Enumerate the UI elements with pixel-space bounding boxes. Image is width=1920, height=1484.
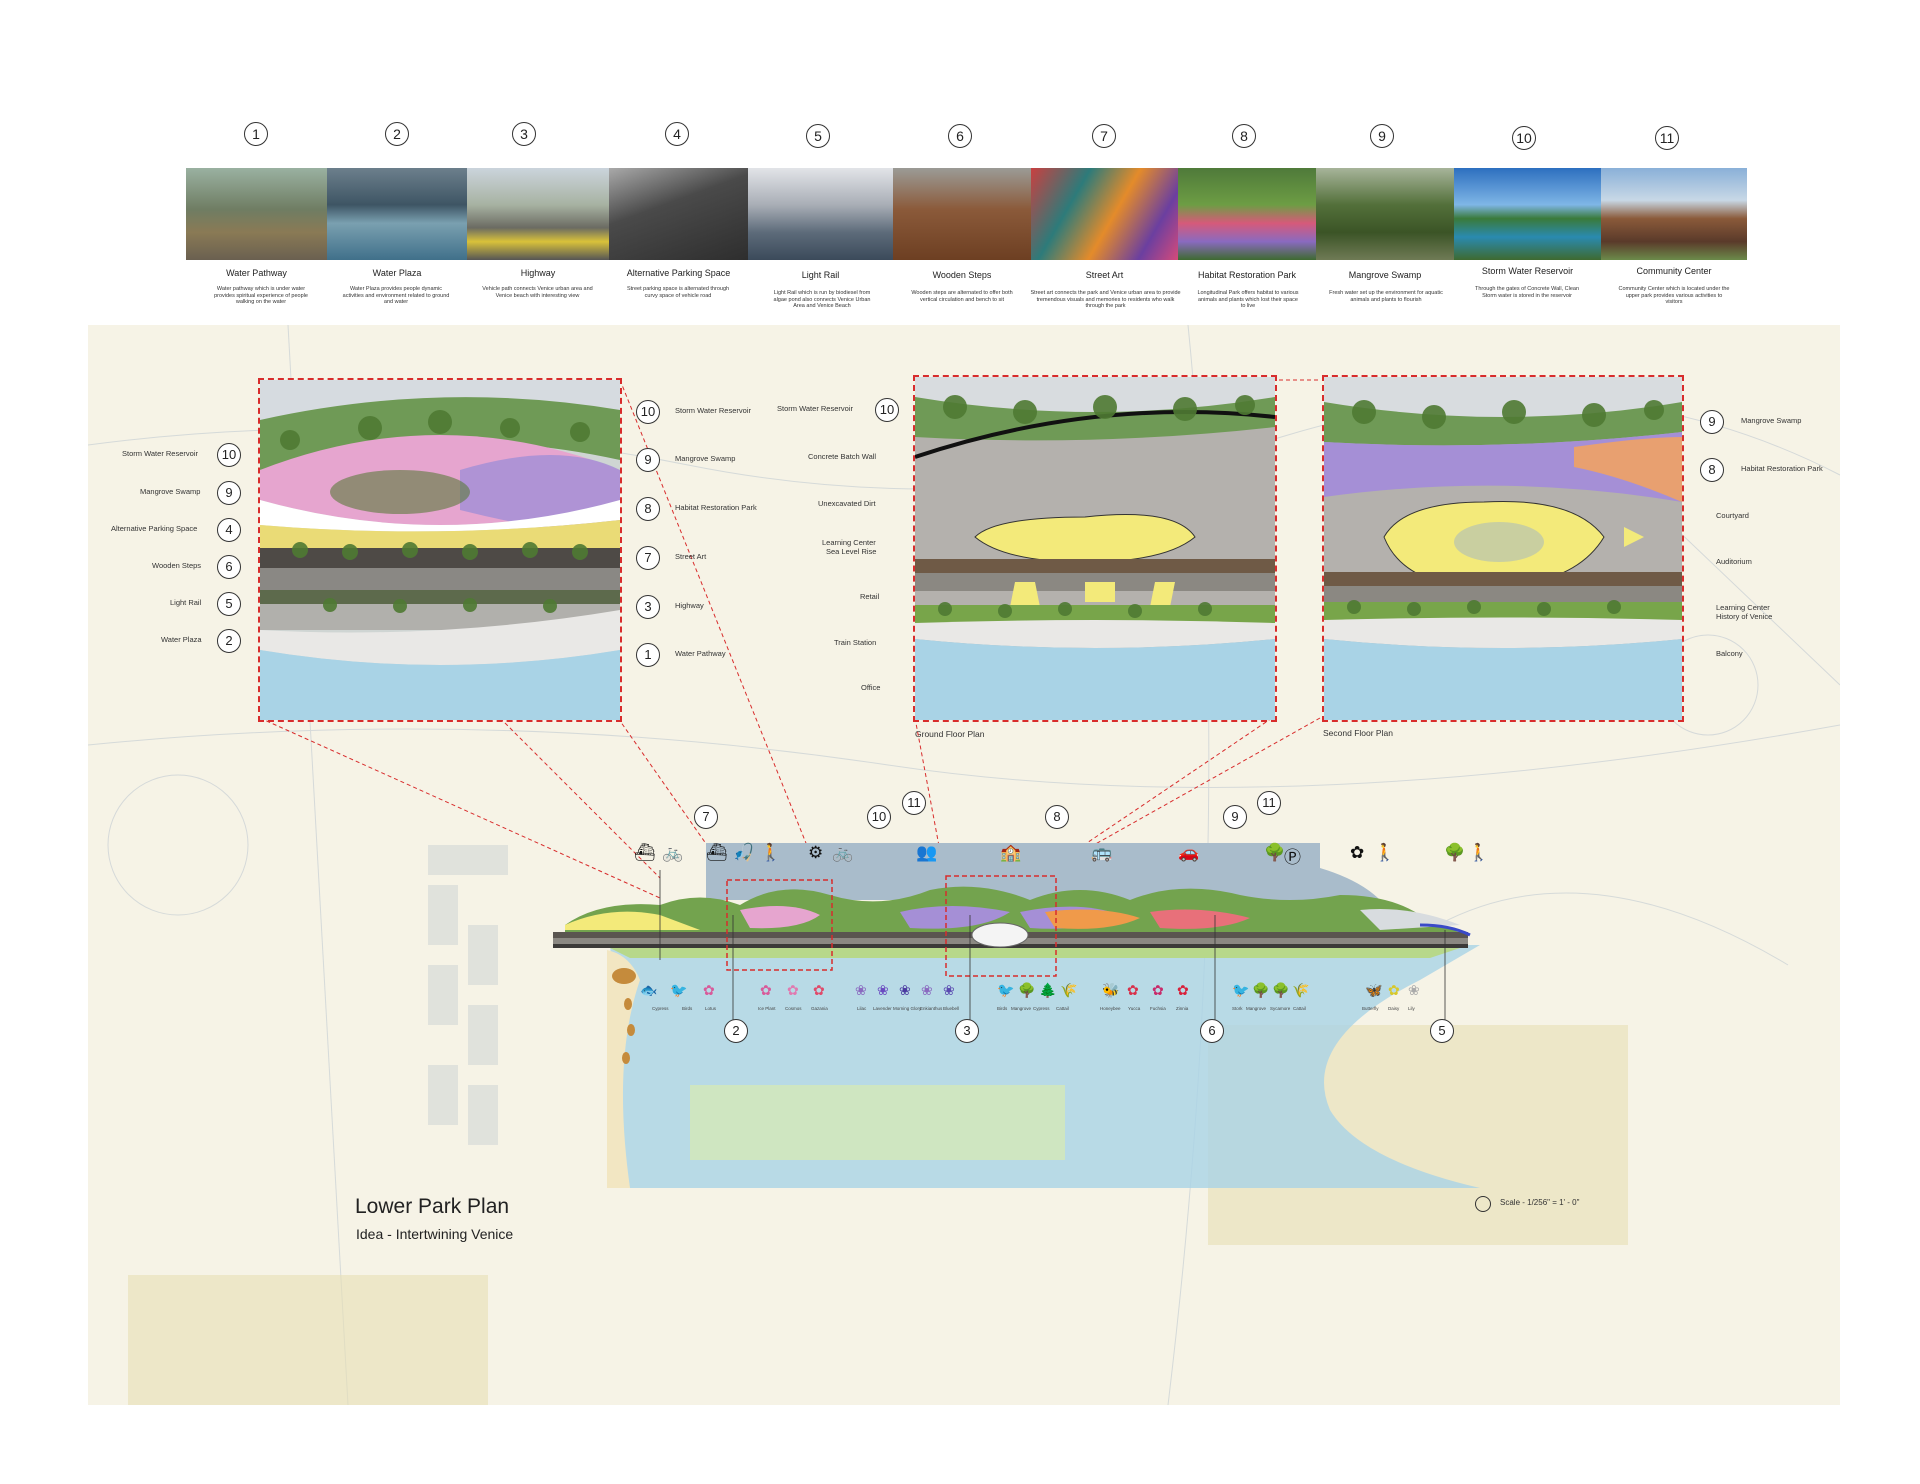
walking-icon-3: 🚶 [1468, 843, 1490, 862]
north-arrow-icon [1475, 1196, 1491, 1212]
bird-icon: 🐦 [670, 982, 688, 998]
plant-label: Cypress [652, 1006, 669, 1011]
tree-icon: 🌳 [1264, 843, 1286, 862]
scale-text: Scale - 1/256" = 1' - 0" [1500, 1198, 1580, 1207]
plan-callout-11b: 11 [1257, 791, 1281, 815]
bird-icon-2: 🐦 [997, 982, 1015, 998]
plan-callout-11a: 11 [902, 791, 926, 815]
plan-callout-8: 8 [1045, 805, 1069, 829]
gear-icon: ⚙ [808, 843, 824, 862]
lotus-icon: ✿ [703, 982, 715, 998]
plant-label: Lavender [873, 1006, 892, 1011]
car-icon: 🚗 [1178, 843, 1200, 862]
plant-label: Honeybee [1100, 1006, 1121, 1011]
fuchsia-icon: ✿ [1152, 982, 1164, 998]
lavender-icon: ❀ [877, 982, 889, 998]
plan-subtitle: Idea - Intertwining Venice [356, 1226, 514, 1242]
lilac-icon: ❀ [855, 982, 867, 998]
plan-title: Lower Park Plan [355, 1195, 510, 1218]
cypress-icon: 🌲 [1039, 982, 1057, 998]
plant-label: Cosmos [785, 1006, 802, 1011]
plant-label: Stork [1232, 1006, 1243, 1011]
ice-plant-icon: ✿ [760, 982, 772, 998]
plant-label: Daisy [1388, 1006, 1400, 1011]
plant-label: Butterfly [1362, 1006, 1379, 1011]
walking-icon-2: 🚶 [1374, 843, 1396, 862]
tree-icon-2: 🌳 [1444, 843, 1466, 862]
fishing-icon: 🎣 [733, 843, 755, 862]
plant-label: Fuchsia [1150, 1006, 1166, 1011]
plant-label: Birds [682, 1006, 693, 1011]
cosmos-icon: ✿ [787, 982, 799, 998]
lower-park-plan-drawing [553, 843, 1480, 1188]
bicycle-icon-2: 🚲 [832, 843, 854, 862]
plant-label: Yucca [1128, 1006, 1141, 1011]
plan-callout-9: 9 [1223, 805, 1247, 829]
zinnia-icon: ✿ [1177, 982, 1189, 998]
plant-label: Zinnia [1176, 1006, 1189, 1011]
flower-icon: ✿ [1350, 843, 1365, 862]
plant-icon-row: 🐟 🐦 ✿ ✿ ✿ ✿ ❀ ❀ ❀ ❀ ❀ 🐦 🌳 🌲 🌾 🐝 ✿ ✿ ✿ 🐦 … [640, 980, 1470, 1004]
plan-callout-7: 7 [694, 805, 718, 829]
stork-icon: 🐦 [1232, 982, 1250, 998]
people-icon: 👥 [916, 843, 938, 862]
plant-label: Lilac [857, 1006, 867, 1011]
plant-label: Bluebell [943, 1006, 960, 1011]
plant-label: Birds [997, 1006, 1008, 1011]
plant-label: Ice Plant [758, 1006, 776, 1011]
plant-label: Cattail [1056, 1006, 1069, 1011]
plant-label: Enkianthus [920, 1006, 943, 1011]
honeybee-icon: 🐝 [1102, 982, 1120, 998]
mangrove-icon-2: 🌳 [1252, 982, 1270, 998]
parking-icon: Ⓟ [1284, 848, 1301, 867]
morning-glory-icon: ❀ [899, 982, 911, 998]
plant-label: Lotus [705, 1006, 717, 1011]
plan-callout-5: 5 [1430, 1019, 1454, 1043]
classroom-icon: 🏫 [1000, 843, 1022, 862]
mangrove-icon: 🌳 [1018, 982, 1036, 998]
bicycle-icon: 🚲 [662, 843, 684, 862]
plant-label: Lily [1408, 1006, 1415, 1011]
cattail-icon: 🌾 [1060, 982, 1078, 998]
boat-icon: ⛴ [634, 843, 656, 862]
plant-label: Sycamore [1270, 1006, 1291, 1011]
fish-icon: 🐟 [640, 982, 658, 998]
plant-label: Mangrove [1011, 1006, 1032, 1011]
bluebell-icon: ❀ [943, 982, 955, 998]
plant-label: Mangrove [1246, 1006, 1267, 1011]
plant-label: Gazania [811, 1006, 828, 1011]
plan-callout-10: 10 [867, 805, 891, 829]
gazania-icon: ✿ [813, 982, 825, 998]
cattail-icon-2: 🌾 [1292, 982, 1310, 998]
plan-callout-3: 3 [955, 1019, 979, 1043]
sycamore-icon: 🌳 [1272, 982, 1290, 998]
plan-callout-6: 6 [1200, 1019, 1224, 1043]
ship-icon: ⛴ [706, 843, 728, 862]
plan-callout-2: 2 [724, 1019, 748, 1043]
yucca-icon: ✿ [1127, 982, 1139, 998]
lily-icon: ❀ [1408, 982, 1420, 998]
daisy-icon: ✿ [1388, 982, 1400, 998]
enkianthus-icon: ❀ [921, 982, 933, 998]
plant-label: Cypress [1033, 1006, 1050, 1011]
walking-icon: 🚶 [760, 843, 782, 862]
plant-label: Morning Glory [893, 1006, 922, 1011]
butterfly-icon: 🦋 [1365, 982, 1383, 998]
plant-label: Cattail [1293, 1006, 1306, 1011]
bus-icon: 🚌 [1091, 843, 1113, 862]
